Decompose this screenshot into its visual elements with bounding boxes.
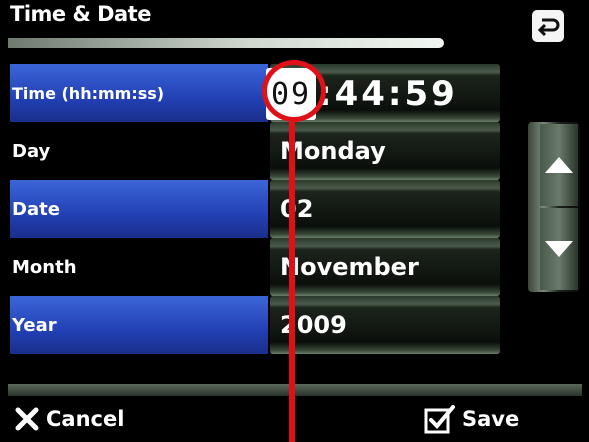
triangle-down-icon bbox=[545, 241, 573, 257]
page-title: Time & Date bbox=[10, 2, 151, 26]
title-underline bbox=[8, 38, 444, 48]
year-label: Year bbox=[10, 296, 268, 354]
return-arrow-icon bbox=[537, 18, 560, 37]
cancel-label: Cancel bbox=[46, 407, 125, 431]
time-label: Time (hh:mm:ss) bbox=[10, 64, 268, 122]
back-button[interactable] bbox=[532, 10, 564, 42]
checkbox-check-icon bbox=[424, 405, 455, 434]
pointer-line bbox=[289, 122, 295, 442]
scroll-up-button[interactable] bbox=[540, 124, 578, 206]
cancel-button[interactable]: Cancel bbox=[14, 396, 124, 442]
triangle-up-icon bbox=[545, 157, 573, 173]
month-label: Month bbox=[12, 256, 77, 278]
highlight-circle bbox=[262, 60, 326, 122]
date-field[interactable]: 02 bbox=[270, 180, 500, 238]
scroll-down-button[interactable] bbox=[540, 208, 578, 290]
day-label: Day bbox=[12, 140, 51, 162]
footer-bar bbox=[8, 384, 582, 396]
year-field[interactable]: 2009 bbox=[270, 296, 500, 354]
date-label: Date bbox=[10, 180, 268, 238]
save-label: Save bbox=[462, 407, 520, 431]
minutes-seconds-value[interactable]: :44:59 bbox=[318, 68, 458, 120]
save-button[interactable]: Save bbox=[424, 396, 519, 442]
x-icon bbox=[15, 407, 39, 431]
month-field[interactable]: November bbox=[270, 238, 500, 296]
day-field[interactable]: Monday bbox=[270, 122, 500, 180]
